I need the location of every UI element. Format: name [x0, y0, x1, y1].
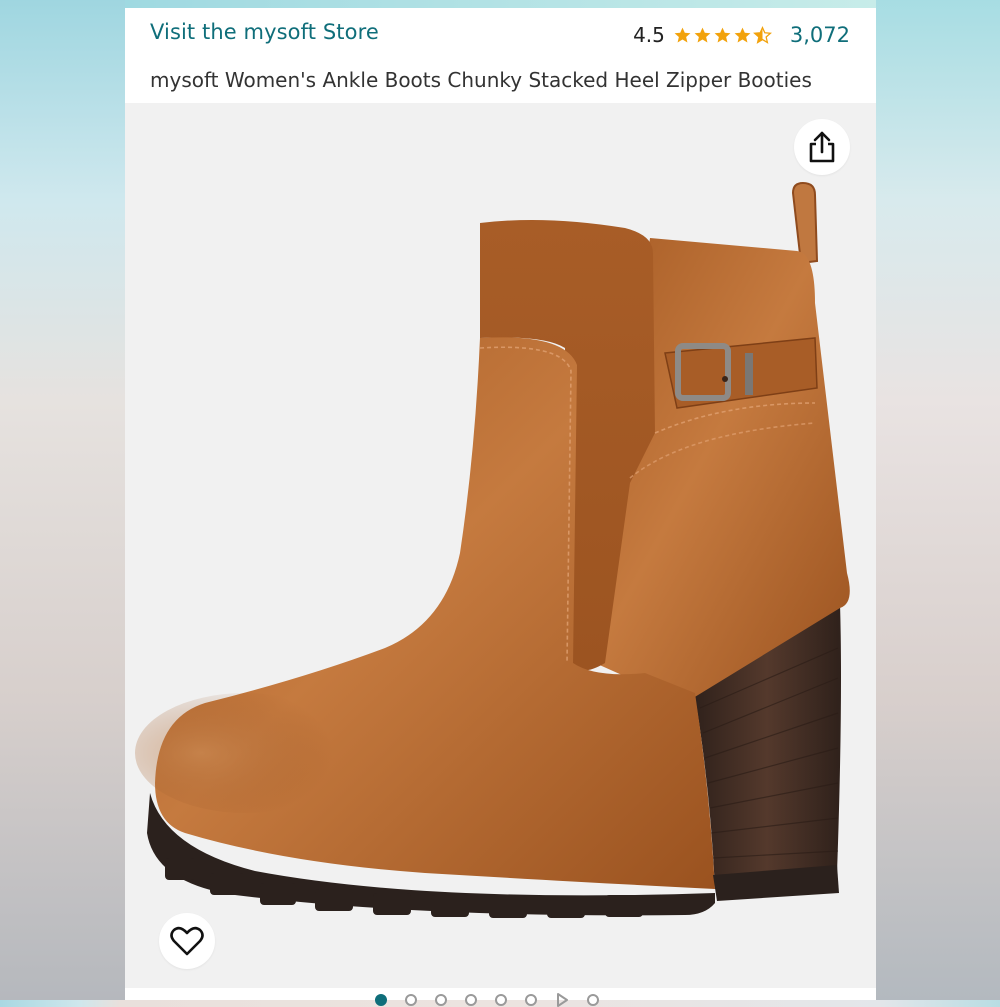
carousel-dot[interactable]: [405, 994, 417, 1006]
product-image: [135, 181, 850, 918]
star-rating: [673, 25, 772, 45]
product-title: mysoft Women's Ankle Boots Chunky Stacke…: [150, 68, 812, 92]
product-card: Visit the mysoft Store 4.5 3,072 mysoft …: [125, 8, 876, 1007]
star-half-icon: [752, 25, 772, 44]
top-accent-strip: [125, 0, 876, 8]
rating-value: 4.5: [633, 23, 665, 47]
carousel-dot[interactable]: [465, 994, 477, 1006]
video-play-icon[interactable]: [555, 993, 569, 1007]
star-icon: [734, 27, 751, 43]
share-button[interactable]: [794, 119, 850, 175]
carousel-dot[interactable]: [587, 994, 599, 1006]
background-left: [0, 0, 125, 1000]
rating-summary[interactable]: 4.5 3,072: [633, 20, 850, 50]
product-image-gallery[interactable]: [125, 103, 876, 988]
image-carousel-indicator[interactable]: [375, 993, 599, 1007]
carousel-dot[interactable]: [495, 994, 507, 1006]
background-right: [876, 0, 1000, 1000]
share-icon: [809, 131, 835, 163]
star-icon: [694, 27, 711, 43]
carousel-dot[interactable]: [435, 994, 447, 1006]
add-to-wishlist-button[interactable]: [159, 913, 215, 969]
star-icon: [674, 27, 691, 43]
star-icon: [714, 27, 731, 43]
rating-count-link[interactable]: 3,072: [790, 23, 850, 47]
heart-outline-icon: [170, 926, 204, 956]
carousel-dot[interactable]: [525, 994, 537, 1006]
carousel-dot[interactable]: [375, 994, 387, 1006]
store-link[interactable]: Visit the mysoft Store: [150, 20, 379, 44]
